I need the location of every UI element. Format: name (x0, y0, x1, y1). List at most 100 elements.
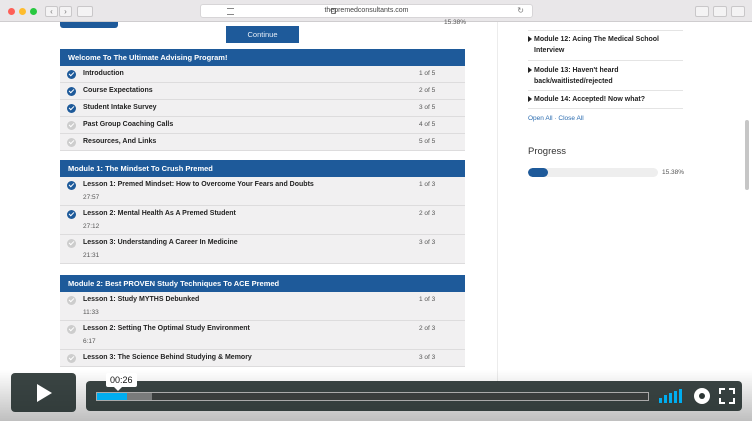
open-all-link[interactable]: Open All (528, 115, 553, 122)
lesson-duration: 11:33 (83, 309, 99, 316)
lesson-title[interactable]: Course Expectations (83, 87, 153, 94)
browser-toolbar: ‹ › thepremedconsultants.com ↻ (0, 0, 752, 22)
module-divider (528, 90, 683, 91)
continue-button[interactable]: Continue (226, 26, 299, 43)
check-icon (67, 354, 76, 363)
new-tab-icon[interactable] (731, 6, 745, 17)
section-title[interactable]: Module 2: Best PROVEN Study Techniques T… (60, 275, 465, 292)
top-progress-percent: 15.38% (444, 19, 467, 26)
settings-gear-icon[interactable] (694, 388, 710, 404)
lesson-position: 5 of 5 (419, 138, 436, 145)
lesson-duration: 6:17 (83, 338, 96, 345)
sidebar-module-13[interactable]: Module 13: Haven't heard back/waitlisted… (528, 65, 683, 87)
previous-button-edge[interactable] (60, 22, 118, 28)
lesson-position: 2 of 3 (419, 325, 436, 332)
check-icon (67, 138, 76, 147)
lesson-duration: 21:31 (83, 252, 100, 259)
lesson-row[interactable]: Lesson 2: Setting The Optimal Study Envi… (60, 321, 465, 350)
page-scrollbar[interactable] (745, 120, 749, 190)
forward-button[interactable]: › (59, 6, 72, 17)
lesson-position: 1 of 3 (419, 296, 436, 303)
lesson-position: 1 of 3 (419, 181, 436, 188)
check-icon (67, 210, 76, 219)
address-bar[interactable]: thepremedconsultants.com ↻ (200, 4, 533, 18)
lesson-title[interactable]: Lesson 1: Premed Mindset: How to Overcom… (83, 181, 314, 188)
volume-icon[interactable] (659, 389, 683, 403)
lesson-row[interactable]: Student Intake Survey 3 of 5 (60, 100, 465, 117)
lesson-position: 3 of 5 (419, 104, 436, 111)
lesson-row[interactable]: Introduction 1 of 5 (60, 66, 465, 83)
section-title[interactable]: Welcome To The Ultimate Advising Program… (60, 49, 465, 66)
lesson-position: 4 of 5 (419, 121, 436, 128)
maximize-window-button[interactable] (30, 8, 37, 15)
caret-right-icon (528, 67, 532, 73)
lesson-position: 3 of 3 (419, 354, 436, 361)
check-icon (67, 104, 76, 113)
reload-icon[interactable]: ↻ (517, 6, 524, 15)
lesson-row[interactable]: Resources, And Links 5 of 5 (60, 134, 465, 151)
lesson-position: 1 of 5 (419, 70, 436, 77)
module-divider (528, 60, 683, 61)
progress-heading: Progress (528, 146, 567, 157)
lesson-title[interactable]: Resources, And Links (83, 138, 156, 145)
caret-right-icon (528, 36, 532, 42)
lesson-row[interactable]: Past Group Coaching Calls 4 of 5 (60, 117, 465, 134)
seek-played (97, 393, 128, 400)
sidebar-toggle-icon[interactable] (77, 6, 93, 17)
section-welcome: Welcome To The Ultimate Advising Program… (60, 49, 465, 151)
progress-bar-fill (528, 168, 548, 177)
check-icon (67, 87, 76, 96)
tabs-overview-icon[interactable] (713, 6, 727, 17)
lesson-duration: 27:12 (83, 223, 100, 230)
play-icon (37, 384, 52, 402)
check-icon (67, 121, 76, 130)
lesson-title[interactable]: Lesson 1: Study MYTHS Debunked (83, 296, 199, 303)
minimize-window-button[interactable] (19, 8, 26, 15)
lesson-position: 2 of 5 (419, 87, 436, 94)
close-all-link[interactable]: Close All (558, 115, 583, 122)
timecode-tooltip: 00:26 (106, 373, 137, 391)
module-title[interactable]: Module 12: Acing The Medical School Inte… (534, 34, 683, 56)
back-button[interactable]: ‹ (45, 6, 58, 17)
link-separator: · (554, 115, 557, 122)
seek-bar[interactable] (96, 392, 649, 401)
close-window-button[interactable] (8, 8, 15, 15)
play-button[interactable] (11, 373, 76, 412)
lesson-title[interactable]: Lesson 3: Understanding A Career In Medi… (83, 239, 238, 246)
lesson-row[interactable]: Lesson 3: The Science Behind Studying & … (60, 350, 465, 367)
fullscreen-icon[interactable] (718, 387, 736, 405)
progress-percent: 15.38% (662, 169, 685, 176)
check-icon (67, 325, 76, 334)
lesson-position: 2 of 3 (419, 210, 436, 217)
lesson-row[interactable]: Lesson 3: Understanding A Career In Medi… (60, 235, 465, 264)
sidebar-module-12[interactable]: Module 12: Acing The Medical School Inte… (528, 34, 683, 56)
check-icon (67, 239, 76, 248)
lesson-title[interactable]: Lesson 3: The Science Behind Studying & … (83, 354, 252, 361)
player-control-bar (86, 381, 742, 411)
lesson-row[interactable]: Lesson 1: Premed Mindset: How to Overcom… (60, 177, 465, 206)
module-title[interactable]: Module 13: Haven't heard back/waitlisted… (534, 65, 683, 87)
lesson-row[interactable]: Lesson 1: Study MYTHS Debunked 11:33 1 o… (60, 292, 465, 321)
module-divider (528, 108, 683, 109)
lesson-title[interactable]: Lesson 2: Mental Health As A Premed Stud… (83, 210, 236, 217)
lesson-row[interactable]: Course Expectations 2 of 5 (60, 83, 465, 100)
sidebar-divider (497, 22, 498, 382)
lesson-duration: 27:57 (83, 194, 100, 201)
lesson-row[interactable]: Lesson 2: Mental Health As A Premed Stud… (60, 206, 465, 235)
lesson-title[interactable]: Student Intake Survey (83, 104, 157, 111)
check-icon (67, 70, 76, 79)
check-icon (67, 296, 76, 305)
lesson-title[interactable]: Introduction (83, 70, 124, 77)
section-title[interactable]: Module 1: The Mindset To Crush Premed (60, 160, 465, 177)
share-icon[interactable] (695, 6, 709, 17)
sidebar-module-14[interactable]: Module 14: Accepted! Now what? (528, 94, 683, 105)
section-module-2: Module 2: Best PROVEN Study Techniques T… (60, 275, 465, 367)
lesson-title[interactable]: Past Group Coaching Calls (83, 121, 173, 128)
module-title[interactable]: Module 14: Accepted! Now what? (534, 94, 683, 105)
lesson-title[interactable]: Lesson 2: Setting The Optimal Study Envi… (83, 325, 250, 332)
section-module-1: Module 1: The Mindset To Crush Premed Le… (60, 160, 465, 264)
open-close-links: Open All · Close All (528, 115, 584, 122)
lesson-position: 3 of 3 (419, 239, 436, 246)
url-text: thepremedconsultants.com (324, 7, 409, 14)
module-divider (528, 30, 683, 31)
